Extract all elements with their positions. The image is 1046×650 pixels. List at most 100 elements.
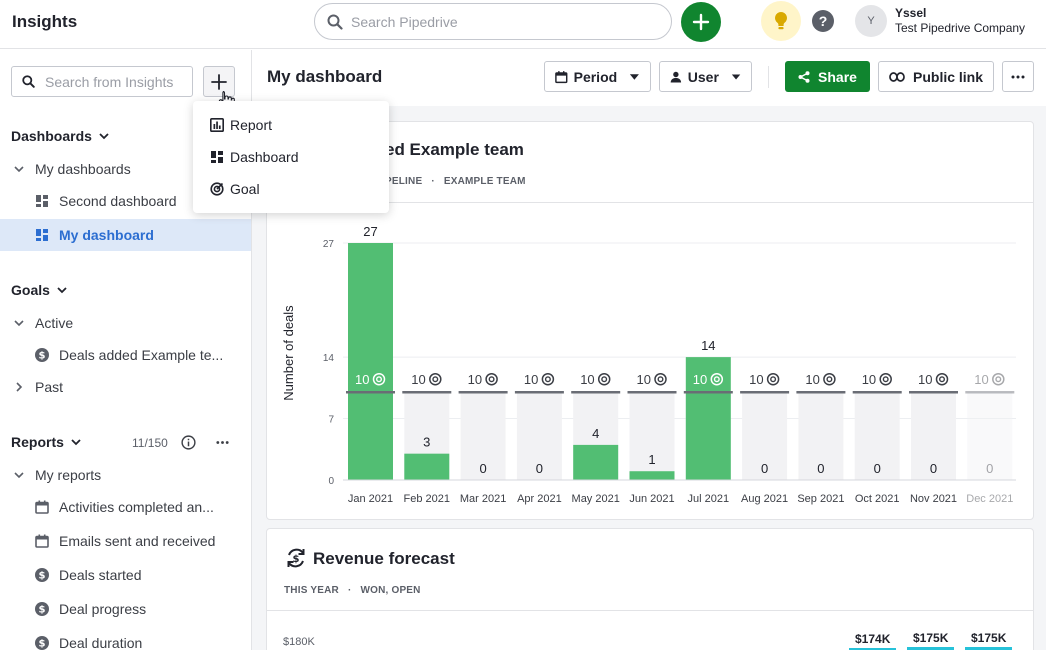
menu-item-label: Dashboard xyxy=(230,149,299,165)
x-tick-label: May 2021 xyxy=(572,493,620,505)
revenue-value-label: $175K xyxy=(971,631,1007,645)
x-tick-label: Nov 2021 xyxy=(910,493,957,505)
menu-item-dashboard[interactable]: Dashboard xyxy=(193,141,389,173)
bar xyxy=(404,453,450,480)
dollar-icon: $ xyxy=(35,636,49,650)
y-tick-label: 7 xyxy=(328,415,334,426)
goal-icon-inner xyxy=(939,376,946,383)
goal-icon-inner xyxy=(995,376,1002,383)
add-menu: Report Dashboard Goal xyxy=(193,101,389,213)
x-tick-label: Apr 2021 xyxy=(517,493,562,505)
goal-icon xyxy=(541,372,555,386)
dollar-icon: $ xyxy=(35,602,49,616)
goal-label: 10 xyxy=(468,372,482,387)
goal-icon-inner xyxy=(770,376,777,383)
goal-icon xyxy=(992,372,1005,386)
sidebar-item-report-deal-progress[interactable]: $ Deal progress xyxy=(0,593,251,625)
data-label: 0 xyxy=(817,461,824,476)
sidebar-item-label: Deals started xyxy=(59,567,142,583)
x-tick-label: Feb 2021 xyxy=(404,493,450,505)
goal-icon xyxy=(597,372,611,386)
x-tick-label: Aug 2021 xyxy=(741,493,788,505)
data-label: 0 xyxy=(479,461,486,476)
goal-label: 10 xyxy=(580,372,594,387)
data-label: 0 xyxy=(761,461,768,476)
goal-icon xyxy=(766,372,780,386)
svg-text:$: $ xyxy=(39,571,46,582)
menu-item-report[interactable]: Report xyxy=(193,109,389,141)
report-icon xyxy=(210,118,224,132)
menu-item-label: Report xyxy=(230,117,273,133)
bar xyxy=(573,444,619,480)
goal-icon-inner xyxy=(826,376,833,383)
menu-item-goal[interactable]: Goal xyxy=(193,173,389,205)
revenue-value-label: $174K xyxy=(855,632,891,646)
data-label: 0 xyxy=(986,461,993,476)
dollar-icon: $ xyxy=(35,568,49,582)
y-axis-label: Number of deals xyxy=(281,305,296,401)
goal-label: 10 xyxy=(862,372,876,387)
goal-label: 10 xyxy=(974,372,988,387)
goal-icon-inner xyxy=(488,376,495,383)
data-label: 27 xyxy=(363,224,377,239)
x-tick-label: Dec 2021 xyxy=(966,493,1013,505)
revenue-forecast-title: Revenue forecast xyxy=(313,549,455,568)
goal-label: 10 xyxy=(355,372,369,387)
svg-text:$: $ xyxy=(39,639,46,650)
revenue-forecast-card[interactable]: $ Revenue forecast THIS YEAR · WON, OPEN… xyxy=(266,528,1034,650)
svg-text:$: $ xyxy=(293,554,300,565)
goal-icon xyxy=(879,372,892,386)
x-tick-label: Sep 2021 xyxy=(797,493,844,505)
goal-label: 10 xyxy=(524,372,538,387)
y-tick-label: 0 xyxy=(328,476,334,487)
sidebar-item-label: Deal progress xyxy=(59,601,147,617)
goal-label: 10 xyxy=(749,372,763,387)
goal-icon-inner xyxy=(432,376,439,383)
goal-icon-inner xyxy=(544,376,551,383)
data-label: 0 xyxy=(874,461,881,476)
revenue-subtitle-period: THIS YEAR xyxy=(284,585,339,596)
x-tick-label: Jan 2021 xyxy=(348,493,393,505)
goal-icon xyxy=(210,182,224,196)
bar xyxy=(348,243,393,480)
x-tick-label: Jul 2021 xyxy=(688,493,730,505)
data-label: 0 xyxy=(536,461,543,476)
goal-icon-inner xyxy=(601,376,608,383)
goal-label: 10 xyxy=(805,372,819,387)
goal-label: 10 xyxy=(918,372,932,387)
sidebar-item-report-deals-started[interactable]: $ Deals started xyxy=(0,559,251,591)
goal-icon xyxy=(823,372,836,386)
data-label: 0 xyxy=(930,461,937,476)
goal-label: 10 xyxy=(693,372,707,387)
goal-bar-chart: 071427Number of deals 1027Jan 2021103Feb … xyxy=(281,224,1016,505)
x-tick-label: Jun 2021 xyxy=(629,493,674,505)
data-label: 14 xyxy=(701,338,715,353)
sidebar-item-label: Deal duration xyxy=(59,635,143,650)
calendar-icon xyxy=(35,534,49,548)
sidebar-item-report-deal-duration[interactable]: $ Deal duration xyxy=(0,627,251,650)
svg-text:$: $ xyxy=(39,605,46,616)
y-tick-label: 14 xyxy=(323,353,335,364)
sidebar-item-label: Emails sent and received xyxy=(59,533,216,549)
dashboard-icon xyxy=(211,151,223,163)
goal-icon xyxy=(935,372,949,386)
goal-label: 10 xyxy=(411,372,425,387)
revenue-subtitle-status: WON, OPEN xyxy=(360,585,421,596)
x-tick-label: Oct 2021 xyxy=(855,493,900,505)
subtitle-dot: · xyxy=(347,585,352,596)
data-label: 4 xyxy=(592,426,599,441)
bar xyxy=(629,471,675,480)
revenue-forecast-icon: $ xyxy=(287,548,305,568)
revenue-value-label: $175K xyxy=(913,631,949,645)
revenue-y-tick: $180K xyxy=(283,636,315,648)
sidebar-item-report-emails[interactable]: Emails sent and received xyxy=(0,525,251,557)
x-tick-label: Mar 2021 xyxy=(460,493,506,505)
card-divider xyxy=(267,610,1033,611)
data-label: 1 xyxy=(648,452,655,467)
revenue-forecast-subtitle: THIS YEAR · WON, OPEN xyxy=(284,585,421,596)
goal-icon xyxy=(654,372,667,386)
goal-icon-inner xyxy=(882,376,889,383)
goal-icon xyxy=(429,372,442,386)
goal-icon xyxy=(485,372,498,386)
data-label: 3 xyxy=(423,435,430,450)
